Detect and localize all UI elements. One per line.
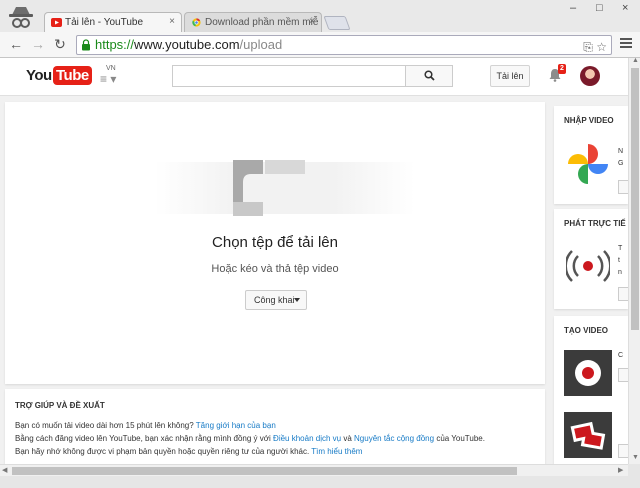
scroll-left-icon[interactable]: ◀ — [2, 466, 7, 474]
vertical-scrollbar[interactable]: ▲ ▼ — [628, 57, 640, 464]
logo-you-text: You — [26, 67, 52, 84]
live-broadcast-icon[interactable] — [566, 249, 610, 283]
tab-download-software[interactable]: Download phần mềm miễ × — [184, 12, 322, 32]
help-title: TRỢ GIÚP VÀ ĐỀ XUẤT — [15, 401, 105, 410]
guide-menu-icon[interactable]: ≡ ▾ — [100, 72, 116, 86]
import-button[interactable] — [618, 180, 628, 194]
scroll-down-icon[interactable]: ▼ — [632, 454, 639, 461]
chrome-favicon-icon — [192, 18, 201, 27]
help-line-1: Bạn có muốn tải video dài hơn 15 phút lê… — [15, 421, 276, 430]
url-scheme: https:// — [95, 37, 135, 52]
maximize-icon[interactable]: □ — [596, 2, 603, 14]
community-guidelines-link[interactable]: Nguyên tắc cộng đồng — [354, 434, 434, 443]
import-title: NHẬP VIDEO — [564, 116, 614, 125]
search-input[interactable] — [172, 65, 406, 87]
vertical-scroll-thumb[interactable] — [631, 68, 639, 330]
tab-strip: Tải lên - YouTube × Download phần mềm mi… — [0, 0, 640, 32]
tab-title: Download phần mềm miễ — [205, 17, 319, 28]
minimize-icon[interactable]: – — [570, 2, 576, 14]
chrome-menu-icon[interactable] — [620, 38, 632, 50]
create-title: TẠO VIDEO — [564, 326, 609, 335]
youtube-favicon-icon — [51, 18, 62, 27]
scroll-up-icon[interactable]: ▲ — [632, 57, 639, 64]
youtube-logo[interactable]: You Tube VN — [26, 65, 116, 88]
logo-tube-text: Tube — [53, 66, 92, 85]
upload-card: Chọn tệp để tải lên Hoặc kéo và thả tệp … — [5, 102, 545, 384]
url-host: www.youtube.com — [134, 37, 240, 52]
notification-badge: 2 — [558, 64, 566, 74]
browser-toolbar: ← → ↻ https://www.youtube.com/upload ⎘ ☆ — [0, 32, 640, 58]
horizontal-scroll-thumb[interactable] — [12, 467, 517, 475]
live-truncated-text: T t n — [618, 245, 623, 276]
upload-subtitle: Hoặc kéo và thả tệp video — [211, 263, 339, 275]
scroll-right-icon[interactable]: ▶ — [618, 466, 623, 474]
window-close-icon[interactable]: × — [622, 2, 628, 14]
increase-limit-link[interactable]: Tăng giới hạn của bạn — [196, 421, 276, 430]
google-photos-icon[interactable] — [564, 140, 612, 188]
live-button[interactable] — [618, 287, 628, 301]
help-card: TRỢ GIÚP VÀ ĐỀ XUẤT Bạn có muốn tải vide… — [5, 389, 545, 464]
slideshow-icon[interactable] — [564, 412, 612, 458]
learn-more-link[interactable]: Tìm hiểu thêm — [311, 447, 362, 456]
tab-close-icon[interactable]: × — [309, 16, 315, 27]
webcam-record-icon[interactable] — [564, 350, 612, 396]
upload-button[interactable]: Tải lên — [490, 65, 530, 87]
live-stream-panel: PHÁT TRỰC TIẾ T t n — [554, 209, 628, 309]
logo-region: VN — [106, 65, 116, 72]
incognito-icon — [9, 7, 33, 28]
bookmark-star-icon[interactable]: ⎘ ☆ — [583, 38, 607, 56]
page-viewport: You Tube VN ≡ ▾ Tải lên 2 Chọn tệp để tả… — [0, 58, 628, 464]
search-icon — [424, 70, 435, 81]
create-truncated-text: C — [618, 352, 624, 359]
horizontal-scrollbar[interactable]: ◀ ▶ — [0, 464, 628, 476]
webcam-button[interactable] — [618, 368, 628, 382]
url-path: /upload — [239, 37, 283, 52]
create-video-panel: TẠO VIDEO C — [554, 316, 628, 464]
reload-icon[interactable]: ↻ — [52, 36, 68, 52]
tab-youtube-upload[interactable]: Tải lên - YouTube × — [44, 12, 182, 32]
slideshow-button[interactable] — [618, 444, 628, 458]
tab-close-icon[interactable]: × — [169, 16, 175, 27]
avatar[interactable] — [580, 66, 600, 86]
terms-link[interactable]: Điều khoản dịch vụ — [273, 434, 341, 443]
privacy-select[interactable]: Công khai — [245, 290, 307, 310]
help-line-2: Bằng cách đăng video lên YouTube, bạn xá… — [15, 434, 485, 443]
tab-title: Tải lên - YouTube — [65, 17, 144, 28]
search-button[interactable] — [405, 65, 453, 87]
address-bar[interactable]: https://www.youtube.com/upload ⎘ ☆ — [76, 35, 612, 55]
upload-title[interactable]: Chọn tệp để tải lên — [5, 234, 545, 251]
new-tab-button[interactable] — [323, 16, 351, 30]
youtube-masthead: You Tube VN ≡ ▾ Tải lên 2 — [0, 58, 628, 96]
import-truncated-text: N G — [618, 148, 624, 167]
chevron-down-icon — [294, 298, 300, 302]
window-bottom-edge — [0, 476, 640, 488]
back-icon[interactable]: ← — [8, 36, 24, 52]
lock-icon — [82, 39, 90, 51]
upload-arrow-icon[interactable] — [155, 152, 415, 222]
forward-icon[interactable]: → — [30, 36, 46, 52]
import-video-panel: NHẬP VIDEO N G — [554, 106, 628, 204]
live-title: PHÁT TRỰC TIẾ — [564, 219, 626, 228]
privacy-label: Công khai — [254, 295, 295, 305]
help-line-3: Bạn hãy nhớ không được vi phạm bản quyền… — [15, 447, 363, 456]
